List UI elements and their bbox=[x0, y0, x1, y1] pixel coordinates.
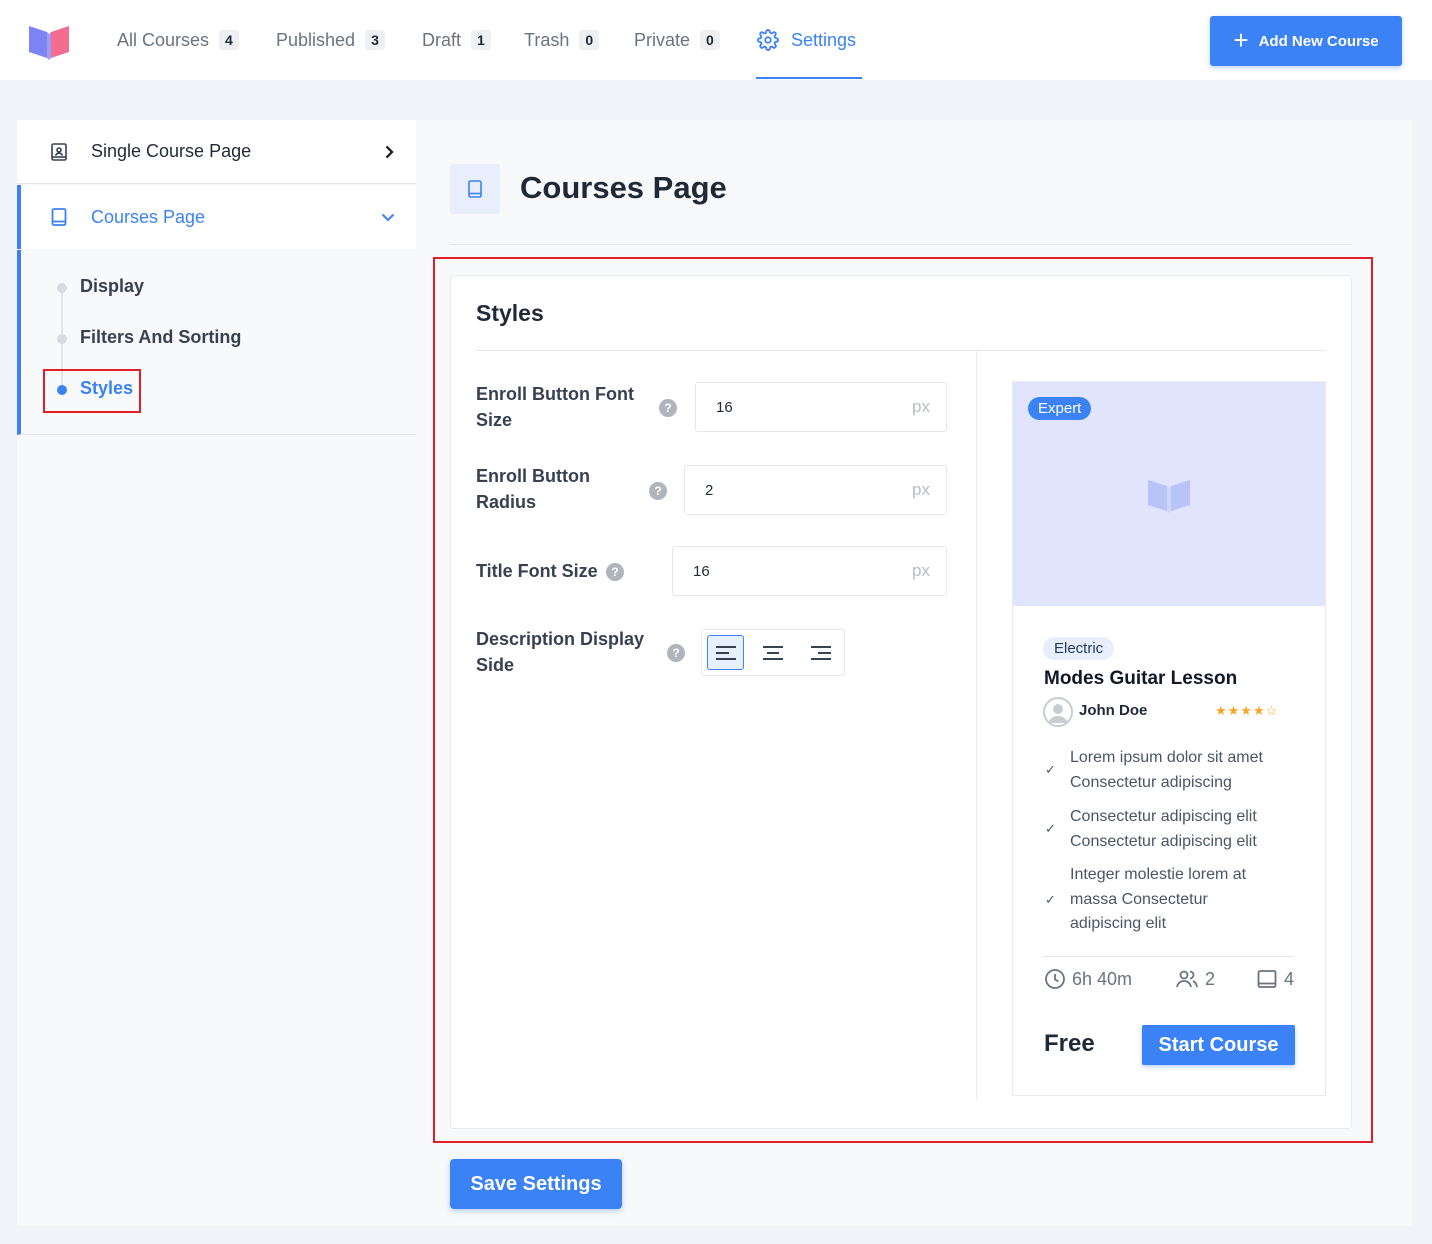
plus-icon: + bbox=[1233, 24, 1249, 55]
tab-draft[interactable]: Draft 1 bbox=[422, 28, 491, 52]
app-logo-icon[interactable] bbox=[27, 22, 73, 60]
tab-label: Private bbox=[634, 29, 691, 50]
sidebar-item-courses-page[interactable]: Courses Page bbox=[17, 185, 416, 249]
count-badge: 4 bbox=[219, 30, 239, 50]
sidebar-subitem-display[interactable]: Display bbox=[80, 276, 144, 297]
book-icon bbox=[468, 180, 482, 198]
tab-label: Draft bbox=[422, 29, 462, 50]
chevron-right-icon bbox=[385, 145, 394, 158]
profile-book-icon bbox=[51, 143, 67, 161]
add-button-label: Add New Course bbox=[1258, 32, 1379, 50]
book-icon bbox=[51, 208, 67, 226]
tab-trash[interactable]: Trash 0 bbox=[524, 28, 600, 52]
count-badge: 3 bbox=[365, 30, 385, 50]
tab-all-courses[interactable]: All Courses 4 bbox=[117, 28, 239, 52]
sidebar-subitem-filters-and-sorting[interactable]: Filters And Sorting bbox=[80, 327, 241, 348]
top-nav: All Courses 4 Published 3 Draft 1 Trash … bbox=[0, 0, 1432, 80]
tab-private[interactable]: Private 0 bbox=[634, 28, 720, 52]
submenu-dot bbox=[57, 334, 67, 344]
count-badge: 0 bbox=[579, 30, 600, 50]
highlight-outline-styles bbox=[43, 369, 141, 413]
sidebar-item-label: Single Course Page bbox=[91, 141, 252, 161]
active-tab-indicator bbox=[756, 77, 862, 79]
count-badge: 1 bbox=[471, 30, 491, 50]
tab-label: Trash bbox=[524, 29, 570, 50]
tab-label: Published bbox=[276, 29, 356, 50]
sidebar-item-single-course-page[interactable]: Single Course Page bbox=[17, 120, 416, 184]
page-icon-box bbox=[450, 164, 500, 214]
chevron-down-icon bbox=[381, 213, 395, 222]
submenu-dot bbox=[57, 283, 67, 293]
tab-published[interactable]: Published 3 bbox=[276, 28, 385, 52]
page-title: Courses Page bbox=[520, 170, 727, 205]
tab-label: Settings bbox=[791, 29, 857, 50]
tab-label: All Courses bbox=[117, 29, 210, 50]
divider bbox=[450, 244, 1352, 245]
count-badge: 0 bbox=[700, 30, 720, 50]
tab-settings[interactable]: Settings bbox=[757, 28, 856, 52]
sidebar-item-label: Courses Page bbox=[91, 206, 206, 227]
add-new-course-button[interactable]: + Add New Course bbox=[1210, 16, 1402, 66]
save-settings-button[interactable]: Save Settings bbox=[450, 1159, 622, 1209]
gear-icon bbox=[757, 29, 779, 51]
highlight-outline-styles-card bbox=[433, 257, 1373, 1143]
